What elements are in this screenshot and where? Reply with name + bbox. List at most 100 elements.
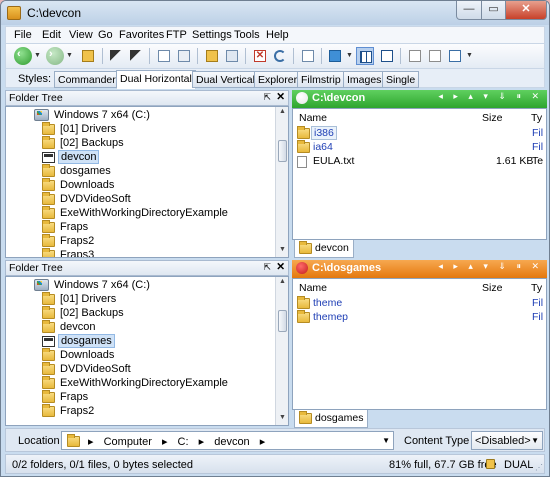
tree-item-label: Downloads [60,179,115,191]
lock-icon[interactable] [486,459,495,469]
pin-icon[interactable]: ⇱ [263,92,271,103]
edit-icon[interactable] [446,47,464,65]
tab-single[interactable]: Single [382,71,420,88]
menu-edit[interactable]: Edit [42,29,61,41]
scroll-down-icon[interactable]: ▼ [278,414,287,421]
top-file-list[interactable]: Name Size Ty i386 Fil ia64 Fil EULA.txt … [292,108,547,240]
scroll-up-icon[interactable]: ▲ [278,278,287,285]
bottom-list-header: Name Size Ty [293,279,546,297]
folder-icon [299,241,312,254]
properties-icon[interactable] [223,47,241,65]
column-size[interactable]: Size [482,282,502,294]
tab-dual-vertical[interactable]: Dual Vertical [192,71,259,88]
menu-settings[interactable]: Settings [192,29,232,41]
dual-pane-icon[interactable] [356,47,374,65]
menu-file[interactable]: File [14,29,32,41]
tab-filmstrip[interactable]: Filmstrip [297,71,345,88]
file-row[interactable]: themep Fil [297,310,546,325]
tree-item-label: Fraps [60,221,89,233]
breadcrumb-computer[interactable]: Computer [104,436,152,448]
scroll-thumb[interactable] [278,310,287,332]
bottom-tree-scrollbar[interactable]: ▲ ▼ [275,277,288,425]
folder-icon [42,248,55,257]
content-type-select[interactable]: <Disabled> ▼ [471,431,543,450]
location-dropdown-icon[interactable]: ▼ [382,436,390,445]
file-name: i386 [311,126,337,140]
back-icon[interactable]: ‹ [14,47,32,65]
tab-dual-horizontal[interactable]: Dual Horizontal [116,70,196,89]
tab-commander[interactable]: Commander [54,71,120,88]
close-button[interactable]: ✕ [505,1,547,20]
file-row[interactable]: theme Fil [297,296,546,311]
top-folder-tree[interactable]: Windows 7 x64 (C:) [01] Drivers [02] Bac… [5,106,289,258]
menu-go[interactable]: Go [98,29,113,41]
close-pane-icon[interactable]: ✕ [276,91,285,103]
delete-icon[interactable]: ✕ [251,47,269,65]
menu-favorites[interactable]: Favorites [119,29,164,41]
file-row[interactable]: EULA.txt 1.61 KB Te [297,155,546,169]
tab-explorer[interactable]: Explorer [254,71,302,88]
layout-mode[interactable]: DUAL [504,459,533,471]
column-size[interactable]: Size [482,112,502,124]
breadcrumb-drive[interactable]: C: [178,436,189,448]
folder-icon [42,234,55,247]
menu-help[interactable]: Help [266,29,289,41]
resize-grip-icon[interactable]: ⋰ [535,463,543,472]
document-icon[interactable] [406,47,424,65]
minimize-button[interactable]: — [456,1,482,20]
chevron-down-icon[interactable]: ▼ [531,436,539,445]
styles-label: Styles: [18,73,52,85]
breadcrumb-separator[interactable]: ▸ [199,436,205,448]
bottom-folder-tree[interactable]: Windows 7 x64 (C:) [01] Drivers [02] Bac… [5,276,289,426]
up-folder-icon[interactable] [79,47,97,65]
find-icon[interactable] [299,47,317,65]
select-pointer-icon[interactable] [107,47,125,65]
view-mode-dropdown-icon[interactable]: ▼ [346,52,353,59]
menu-tools[interactable]: Tools [234,29,260,41]
bottom-file-list[interactable]: Name Size Ty theme Fil themep Fil [292,278,547,410]
paste-icon[interactable] [175,47,193,65]
tab-images[interactable]: Images [343,71,386,88]
forward-dropdown-icon[interactable]: ▼ [66,52,73,59]
column-name[interactable]: Name [299,112,327,124]
pane-nav-controls[interactable]: ◂ ▸ ▴ ▾ ⇓ ⏸ ✕ [438,261,543,272]
file-row[interactable]: i386 Fil [297,126,546,141]
folder-icon [67,434,80,447]
breadcrumb-separator[interactable]: ▸ [162,436,168,448]
menu-ftp[interactable]: FTP [166,29,187,41]
text-file-icon [297,156,307,168]
maximize-button[interactable]: ▭ [481,1,506,20]
preview-pane-icon[interactable] [378,47,396,65]
file-type: Fil [532,297,544,309]
menu-view[interactable]: View [69,29,93,41]
pane-nav-controls[interactable]: ◂ ▸ ▴ ▾ ⇓ ⏸ ✕ [438,91,543,102]
view-mode-icon[interactable] [326,47,344,65]
back-dropdown-icon[interactable]: ▼ [34,52,41,59]
scroll-up-icon[interactable]: ▲ [278,108,287,115]
breadcrumb-separator[interactable]: ▸ [88,436,94,448]
location-input[interactable]: ▸ Computer ▸ C: ▸ devcon ▸ ▼ [61,431,394,450]
column-type[interactable]: Ty [531,112,542,124]
close-pane-icon[interactable]: ✕ [276,261,285,273]
breadcrumb-folder[interactable]: devcon [214,436,249,448]
document-settings-icon[interactable] [426,47,444,65]
forward-icon[interactable]: › [46,47,64,65]
copy-icon[interactable] [155,47,173,65]
edit-dropdown-icon[interactable]: ▼ [466,52,473,59]
pin-icon[interactable]: ⇱ [263,262,271,273]
folder-icon [42,404,55,417]
undo-icon[interactable] [271,47,289,65]
toolbar-separator [293,48,294,64]
folder-icon [299,411,312,424]
select-add-pointer-icon[interactable] [127,47,145,65]
breadcrumb-separator[interactable]: ▸ [260,436,266,448]
new-folder-icon[interactable] [203,47,221,65]
file-row[interactable]: ia64 Fil [297,140,546,155]
column-name[interactable]: Name [299,282,327,294]
scroll-thumb[interactable] [278,140,287,162]
top-tree-scrollbar[interactable]: ▲ ▼ [275,107,288,257]
bottom-folder-tab[interactable]: dosgames [294,410,369,428]
column-type[interactable]: Ty [531,282,542,294]
scroll-down-icon[interactable]: ▼ [278,246,287,253]
top-folder-tab[interactable]: devcon [294,240,354,258]
